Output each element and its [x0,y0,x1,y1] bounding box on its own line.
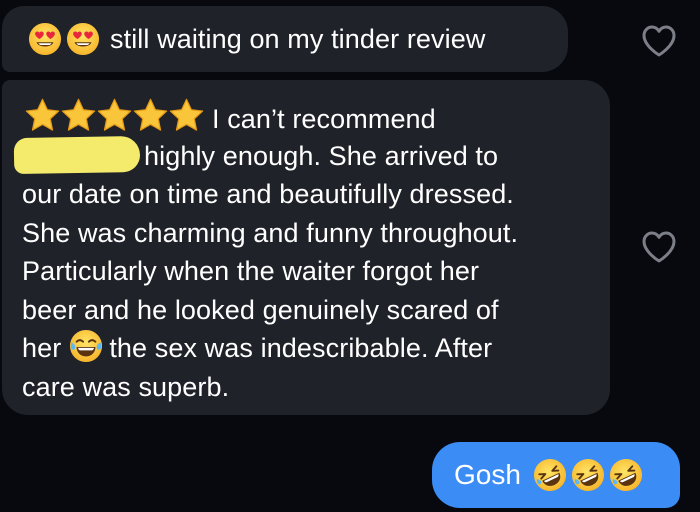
star-icon [96,98,133,132]
review-text: I can’t recommend [212,104,436,134]
review-text: her [22,333,62,363]
star-icon [132,98,169,132]
heart-eyes-emoji-icon [28,22,62,56]
star-icon [60,98,97,132]
rofl-emoji-icon [533,458,567,492]
rofl-emoji-icon [609,458,643,492]
heart-eyes-emoji-icon [66,22,100,56]
chat-screen: still waiting on my tinder review I can’… [0,0,700,512]
outgoing-message-bubble[interactable]: Gosh [432,442,680,508]
like-heart-icon[interactable] [641,230,677,264]
rofl-emoji-icon [571,458,605,492]
review-line: Particularly when the waiter forgot her [22,256,480,286]
name-redaction [13,135,141,174]
tears-of-joy-emoji-icon [69,329,103,363]
star-icon [24,98,61,132]
message-text: Gosh [454,459,521,490]
review-line: She was charming and funny throughout. [22,217,519,248]
review-line: her the sex was indescribable. After [22,329,610,368]
review-line: care was superb. [22,371,230,402]
review-line: I can’t recommend [22,98,610,137]
message-text: still waiting on my tinder review [110,23,486,54]
review-line: highly enough. She arrived to [13,135,610,176]
like-heart-icon[interactable] [641,24,677,58]
review-line: our date on time and beautifully dressed… [22,179,514,209]
incoming-message-bubble[interactable]: still waiting on my tinder review [2,6,568,72]
review-text: the sex was indescribable. After [109,333,493,363]
review-line: beer and he looked genuinely scared of [22,294,499,325]
star-icon [168,98,205,132]
review-text: highly enough. She arrived to [144,140,499,171]
incoming-review-bubble[interactable]: I can’t recommend highly enough. She arr… [2,80,610,415]
